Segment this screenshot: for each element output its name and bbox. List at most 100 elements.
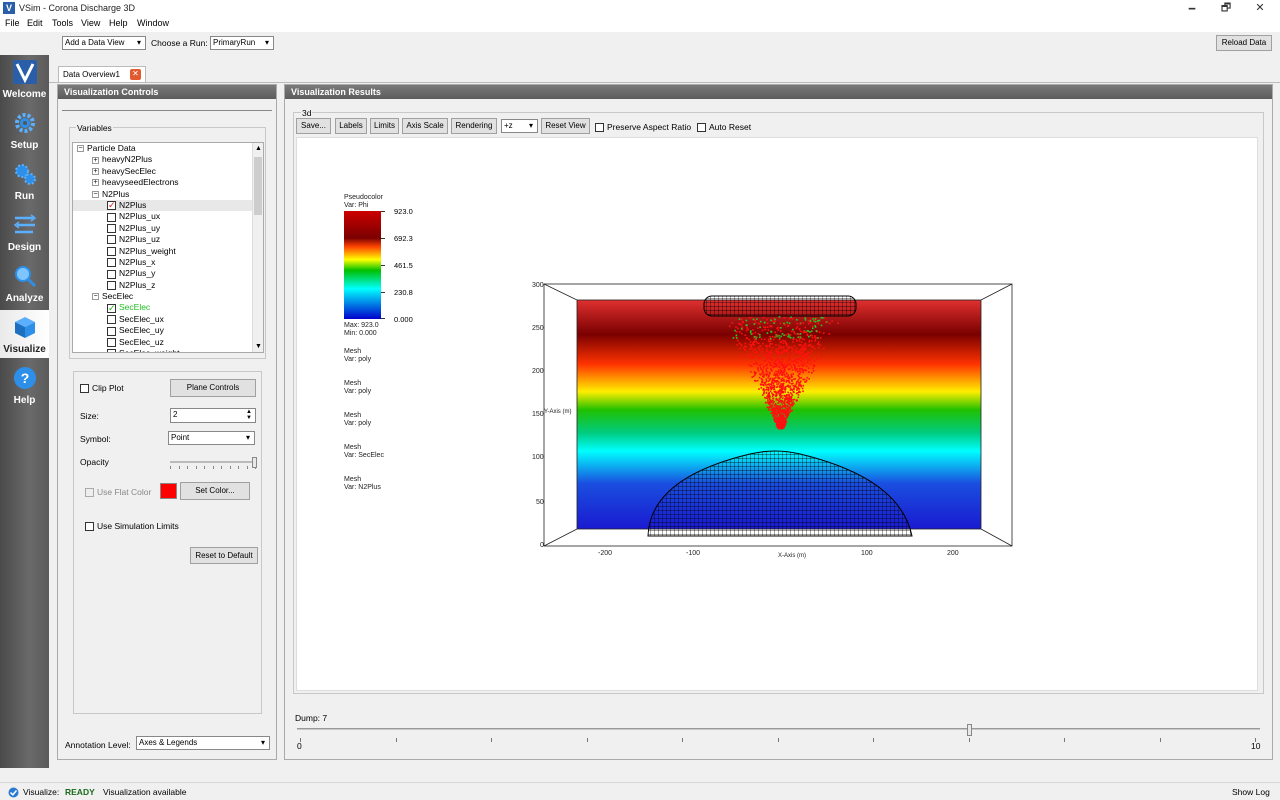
menu-help[interactable]: Help bbox=[109, 18, 128, 28]
tree-item[interactable]: N2Plus_uz bbox=[73, 234, 263, 245]
reset-default-button[interactable]: Reset to Default bbox=[190, 547, 258, 564]
y-tick-label: 200 bbox=[532, 368, 544, 375]
flat-color-swatch[interactable] bbox=[160, 483, 177, 499]
expand-icon[interactable]: + bbox=[92, 156, 99, 164]
show-log-button[interactable]: Show Log bbox=[1232, 787, 1270, 797]
reload-data-button[interactable]: Reload Data bbox=[1216, 35, 1272, 51]
menu-tools[interactable]: Tools bbox=[52, 18, 73, 28]
nav-run[interactable]: Run bbox=[0, 157, 49, 205]
add-data-view-select[interactable]: Add a Data View ▾ bbox=[62, 36, 146, 50]
collapse-icon[interactable]: − bbox=[92, 190, 99, 198]
variable-checkbox[interactable] bbox=[107, 349, 116, 352]
plane-controls-button[interactable]: Plane Controls bbox=[170, 379, 256, 397]
tree-item[interactable]: SecElec_ux bbox=[73, 314, 263, 325]
save-button[interactable]: Save... bbox=[296, 118, 331, 134]
preserve-aspect-checkbox[interactable]: Preserve Aspect Ratio bbox=[595, 122, 691, 133]
menu-window[interactable]: Window bbox=[137, 18, 169, 28]
nav-help[interactable]: ? Help bbox=[0, 361, 49, 409]
tree-item[interactable]: N2Plus_x bbox=[73, 257, 263, 268]
tree-item[interactable]: N2Plus_z bbox=[73, 280, 263, 291]
tab-data-overview[interactable]: Data Overview1 ✕ bbox=[58, 66, 146, 82]
auto-reset-box[interactable] bbox=[697, 123, 706, 133]
controls-header: Visualization Controls bbox=[58, 85, 276, 99]
reset-view-button[interactable]: Reset View bbox=[541, 118, 590, 134]
collapse-icon[interactable]: − bbox=[92, 293, 99, 301]
variable-checkbox[interactable] bbox=[107, 200, 116, 211]
spin-arrows-icon[interactable]: ▲ ▼ bbox=[244, 409, 254, 421]
scroll-down-icon[interactable]: ▼ bbox=[255, 343, 262, 350]
question-icon: ? bbox=[14, 367, 36, 389]
tree-item[interactable]: N2Plus_y bbox=[73, 268, 263, 279]
variable-checkbox[interactable] bbox=[107, 337, 116, 347]
set-color-button[interactable]: Set Color... bbox=[180, 482, 250, 500]
use-sim-limits-checkbox[interactable]: Use Simulation Limits bbox=[85, 521, 179, 532]
variable-checkbox[interactable] bbox=[107, 223, 116, 233]
labels-button[interactable]: Labels bbox=[335, 118, 367, 134]
tree-item[interactable]: SecElec_uz bbox=[73, 337, 263, 348]
tree-item[interactable]: + heavySecElec bbox=[73, 166, 263, 177]
nav-welcome[interactable]: Welcome bbox=[0, 55, 49, 103]
tree-item[interactable]: SecElec_uy bbox=[73, 325, 263, 336]
tree-item[interactable]: + heavyseedElectrons bbox=[73, 177, 263, 188]
variable-checkbox[interactable] bbox=[107, 235, 116, 245]
tree-item[interactable]: SecElec_weight bbox=[73, 348, 263, 352]
minimize-button[interactable]: 🗕 bbox=[1178, 0, 1206, 17]
axis-scale-button[interactable]: Axis Scale bbox=[402, 118, 448, 134]
tree-scrollbar[interactable]: ▲ ▼ bbox=[252, 143, 263, 352]
tree-item[interactable]: N2Plus bbox=[73, 199, 263, 212]
clip-plot-checkbox[interactable]: Clip Plot bbox=[80, 383, 124, 394]
tree-item[interactable]: N2Plus_weight bbox=[73, 246, 263, 257]
tree-item[interactable]: SecElec bbox=[73, 302, 263, 314]
dump-slider-handle[interactable] bbox=[966, 724, 972, 736]
nav-design[interactable]: Design bbox=[0, 208, 49, 256]
variable-checkbox[interactable] bbox=[107, 326, 116, 336]
variables-tree[interactable]: − Particle Data + heavyN2Plus + heavySecElec +… bbox=[72, 142, 264, 353]
variable-checkbox[interactable] bbox=[107, 258, 116, 268]
rendering-button[interactable]: Rendering bbox=[451, 118, 497, 134]
preserve-aspect-box[interactable] bbox=[595, 123, 604, 133]
opacity-slider[interactable] bbox=[170, 457, 257, 469]
expand-icon[interactable]: + bbox=[92, 168, 99, 176]
tree-item[interactable]: + heavyN2Plus bbox=[73, 154, 263, 165]
tree-item[interactable]: N2Plus_ux bbox=[73, 211, 263, 222]
scroll-up-icon[interactable]: ▲ bbox=[255, 145, 262, 152]
mesh-var: Var: poly bbox=[344, 355, 372, 363]
variable-checkbox[interactable] bbox=[107, 315, 116, 325]
annotation-level-select[interactable]: Axes & Legends ▾ bbox=[136, 736, 270, 750]
limits-button[interactable]: Limits bbox=[370, 118, 399, 134]
menu-view[interactable]: View bbox=[81, 18, 100, 28]
symbol-select[interactable]: Point ▾ bbox=[168, 431, 255, 445]
run-select[interactable]: PrimaryRun ▾ bbox=[210, 36, 274, 50]
plot-3d[interactable]: 300 250 200 150 100 50 0 Y-Axis (m) -200… bbox=[530, 278, 1020, 563]
use-flat-color-checkbox[interactable]: Use Flat Color bbox=[85, 487, 151, 498]
dump-slider-track[interactable] bbox=[297, 728, 1260, 730]
nav-setup[interactable]: Setup bbox=[0, 106, 49, 154]
close-button[interactable]: ✕ bbox=[1246, 0, 1274, 17]
menu-edit[interactable]: Edit bbox=[27, 18, 43, 28]
menu-file[interactable]: File bbox=[5, 18, 20, 28]
auto-reset-checkbox[interactable]: Auto Reset bbox=[697, 122, 751, 133]
size-spinbox[interactable]: 2 ▲ ▼ bbox=[170, 408, 256, 423]
variable-checkbox[interactable] bbox=[107, 269, 116, 279]
tree-item[interactable]: − SecElec bbox=[73, 291, 263, 302]
variable-checkbox[interactable] bbox=[107, 212, 116, 222]
tree-item[interactable]: − N2Plus bbox=[73, 189, 263, 200]
expand-icon[interactable]: + bbox=[92, 179, 99, 187]
maximize-button[interactable]: 🗗 bbox=[1212, 0, 1240, 17]
use-sim-limits-box[interactable] bbox=[85, 522, 94, 532]
tree-item[interactable]: − Particle Data bbox=[73, 143, 263, 154]
nav-analyze[interactable]: Analyze bbox=[0, 259, 49, 307]
scroll-thumb[interactable] bbox=[254, 157, 262, 215]
view-direction-select[interactable]: +z ▾ bbox=[501, 119, 538, 133]
opacity-slider-handle[interactable] bbox=[252, 457, 257, 468]
use-flat-color-box[interactable] bbox=[85, 488, 94, 498]
variable-checkbox[interactable] bbox=[107, 280, 116, 290]
clip-plot-box[interactable] bbox=[80, 384, 89, 394]
variable-checkbox[interactable] bbox=[107, 246, 116, 256]
tree-item[interactable]: N2Plus_uy bbox=[73, 223, 263, 234]
collapse-icon[interactable]: − bbox=[77, 145, 84, 153]
slider-tick bbox=[395, 738, 397, 742]
close-tab-icon[interactable]: ✕ bbox=[130, 69, 141, 80]
nav-visualize[interactable]: Visualize bbox=[0, 310, 49, 358]
variable-checkbox[interactable] bbox=[107, 303, 116, 314]
